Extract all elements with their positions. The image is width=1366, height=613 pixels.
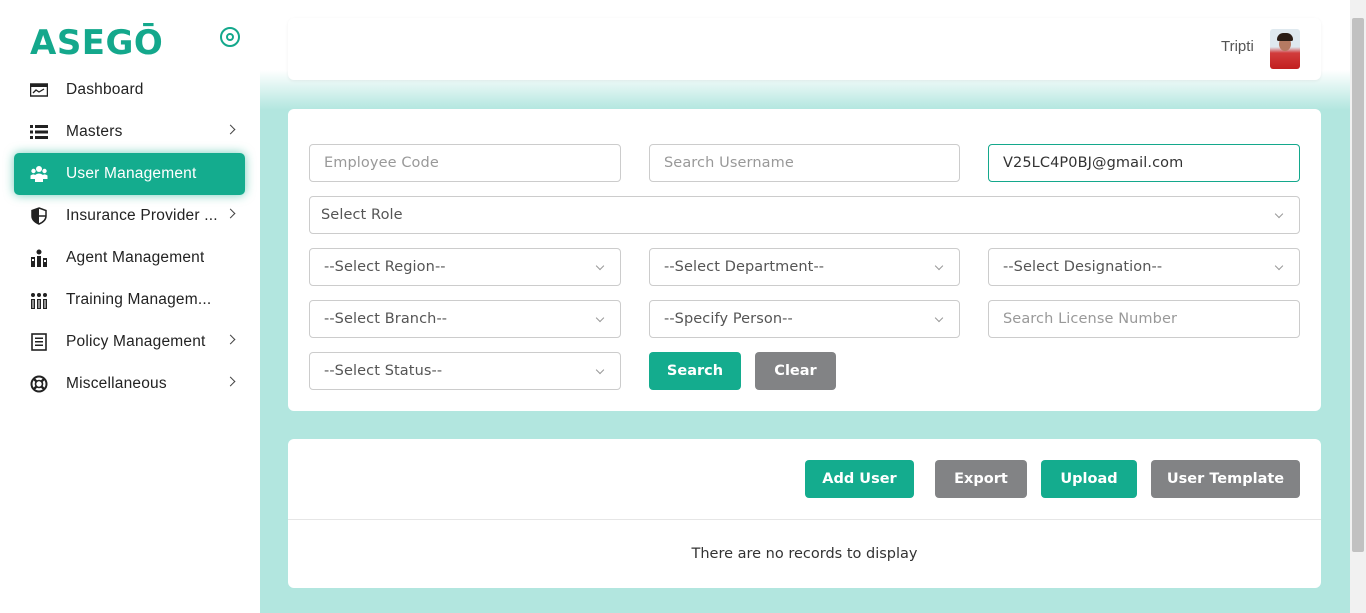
license-number-input[interactable]: Search License Number — [988, 300, 1300, 338]
employee-code-input[interactable]: Employee Code — [309, 144, 621, 182]
brand-logo[interactable]: ASEGŌ — [30, 23, 163, 63]
sidebar-toggle-icon[interactable] — [220, 27, 240, 47]
clear-button-label: Clear — [774, 363, 817, 379]
user-template-button-label: User Template — [1166, 471, 1285, 487]
license-number-placeholder: Search License Number — [1003, 311, 1178, 327]
branch-select-value: --Select Branch-- — [324, 311, 448, 327]
sidebar-item-masters[interactable]: Masters — [14, 111, 245, 153]
role-select-value: Select Role — [321, 207, 403, 223]
user-template-button[interactable]: User Template — [1151, 460, 1300, 498]
dashboard-icon — [30, 81, 48, 99]
designation-select-value: --Select Designation-- — [1003, 259, 1163, 275]
sidebar-nav: Dashboard Masters User Management Insura… — [14, 69, 245, 405]
email-value: V25LC4P0BJ@gmail.com — [1003, 155, 1184, 171]
sidebar-item-label: User Management — [66, 165, 197, 182]
designation-select[interactable]: --Select Designation-- — [988, 248, 1300, 286]
agent-icon — [30, 249, 48, 267]
sidebar-item-label: Agent Management — [66, 249, 205, 266]
training-icon — [30, 291, 48, 309]
sidebar-item-miscellaneous[interactable]: Miscellaneous — [14, 363, 245, 405]
shield-icon — [30, 207, 48, 225]
users-icon — [30, 165, 48, 183]
sidebar-item-label: Policy Management — [66, 333, 206, 350]
search-button-label: Search — [666, 363, 724, 379]
sidebar-item-label: Miscellaneous — [66, 375, 167, 392]
lifebuoy-icon — [30, 375, 48, 393]
sidebar-item-training-management[interactable]: Training Managem... — [14, 279, 245, 321]
empty-table-message: There are no records to display — [691, 546, 918, 562]
department-select[interactable]: --Select Department-- — [649, 248, 960, 286]
scrollbar-thumb[interactable] — [1352, 18, 1364, 552]
department-select-value: --Select Department-- — [664, 259, 825, 275]
sidebar-item-label: Insurance Provider ... — [66, 207, 218, 224]
employee-code-placeholder: Employee Code — [324, 155, 439, 171]
policy-icon — [30, 333, 48, 351]
upload-button-label: Upload — [1060, 471, 1118, 487]
sidebar-item-user-management[interactable]: User Management — [14, 153, 245, 195]
sidebar-item-insurance-provider[interactable]: Insurance Provider ... — [14, 195, 245, 237]
status-select[interactable]: --Select Status-- — [309, 352, 621, 390]
branch-select[interactable]: --Select Branch-- — [309, 300, 621, 338]
sidebar-item-dashboard[interactable]: Dashboard — [14, 69, 245, 111]
chevron-right-icon — [225, 376, 236, 387]
status-select-value: --Select Status-- — [324, 363, 443, 379]
sidebar-item-label: Masters — [66, 123, 123, 140]
chevron-right-icon — [225, 208, 236, 219]
sidebar: ASEGŌ Dashboard Masters User Management — [0, 0, 260, 613]
list-icon — [30, 123, 48, 141]
role-select[interactable]: Select Role — [309, 196, 1300, 234]
person-select-value: --Specify Person-- — [664, 311, 793, 327]
sidebar-item-policy-management[interactable]: Policy Management — [14, 321, 245, 363]
region-select-value: --Select Region-- — [324, 259, 446, 275]
region-select[interactable]: --Select Region-- — [309, 248, 621, 286]
search-username-input[interactable]: Search Username — [649, 144, 960, 182]
export-button[interactable]: Export — [935, 460, 1027, 498]
email-field[interactable]: V25LC4P0BJ@gmail.com — [988, 144, 1300, 182]
add-user-button[interactable]: Add User — [805, 460, 914, 498]
search-button[interactable]: Search — [649, 352, 741, 390]
user-name[interactable]: Tripti — [1221, 38, 1254, 55]
divider — [288, 519, 1321, 520]
sidebar-item-label: Dashboard — [66, 81, 144, 98]
avatar[interactable] — [1270, 29, 1300, 69]
sidebar-item-agent-management[interactable]: Agent Management — [14, 237, 245, 279]
sidebar-item-label: Training Managem... — [66, 291, 212, 308]
export-button-label: Export — [954, 471, 1008, 487]
chevron-right-icon — [225, 334, 236, 345]
clear-button[interactable]: Clear — [755, 352, 836, 390]
top-bar — [288, 18, 1321, 80]
upload-button[interactable]: Upload — [1041, 460, 1137, 498]
chevron-right-icon — [225, 124, 236, 135]
search-username-placeholder: Search Username — [664, 155, 794, 171]
person-select[interactable]: --Specify Person-- — [649, 300, 960, 338]
add-user-button-label: Add User — [822, 471, 897, 487]
